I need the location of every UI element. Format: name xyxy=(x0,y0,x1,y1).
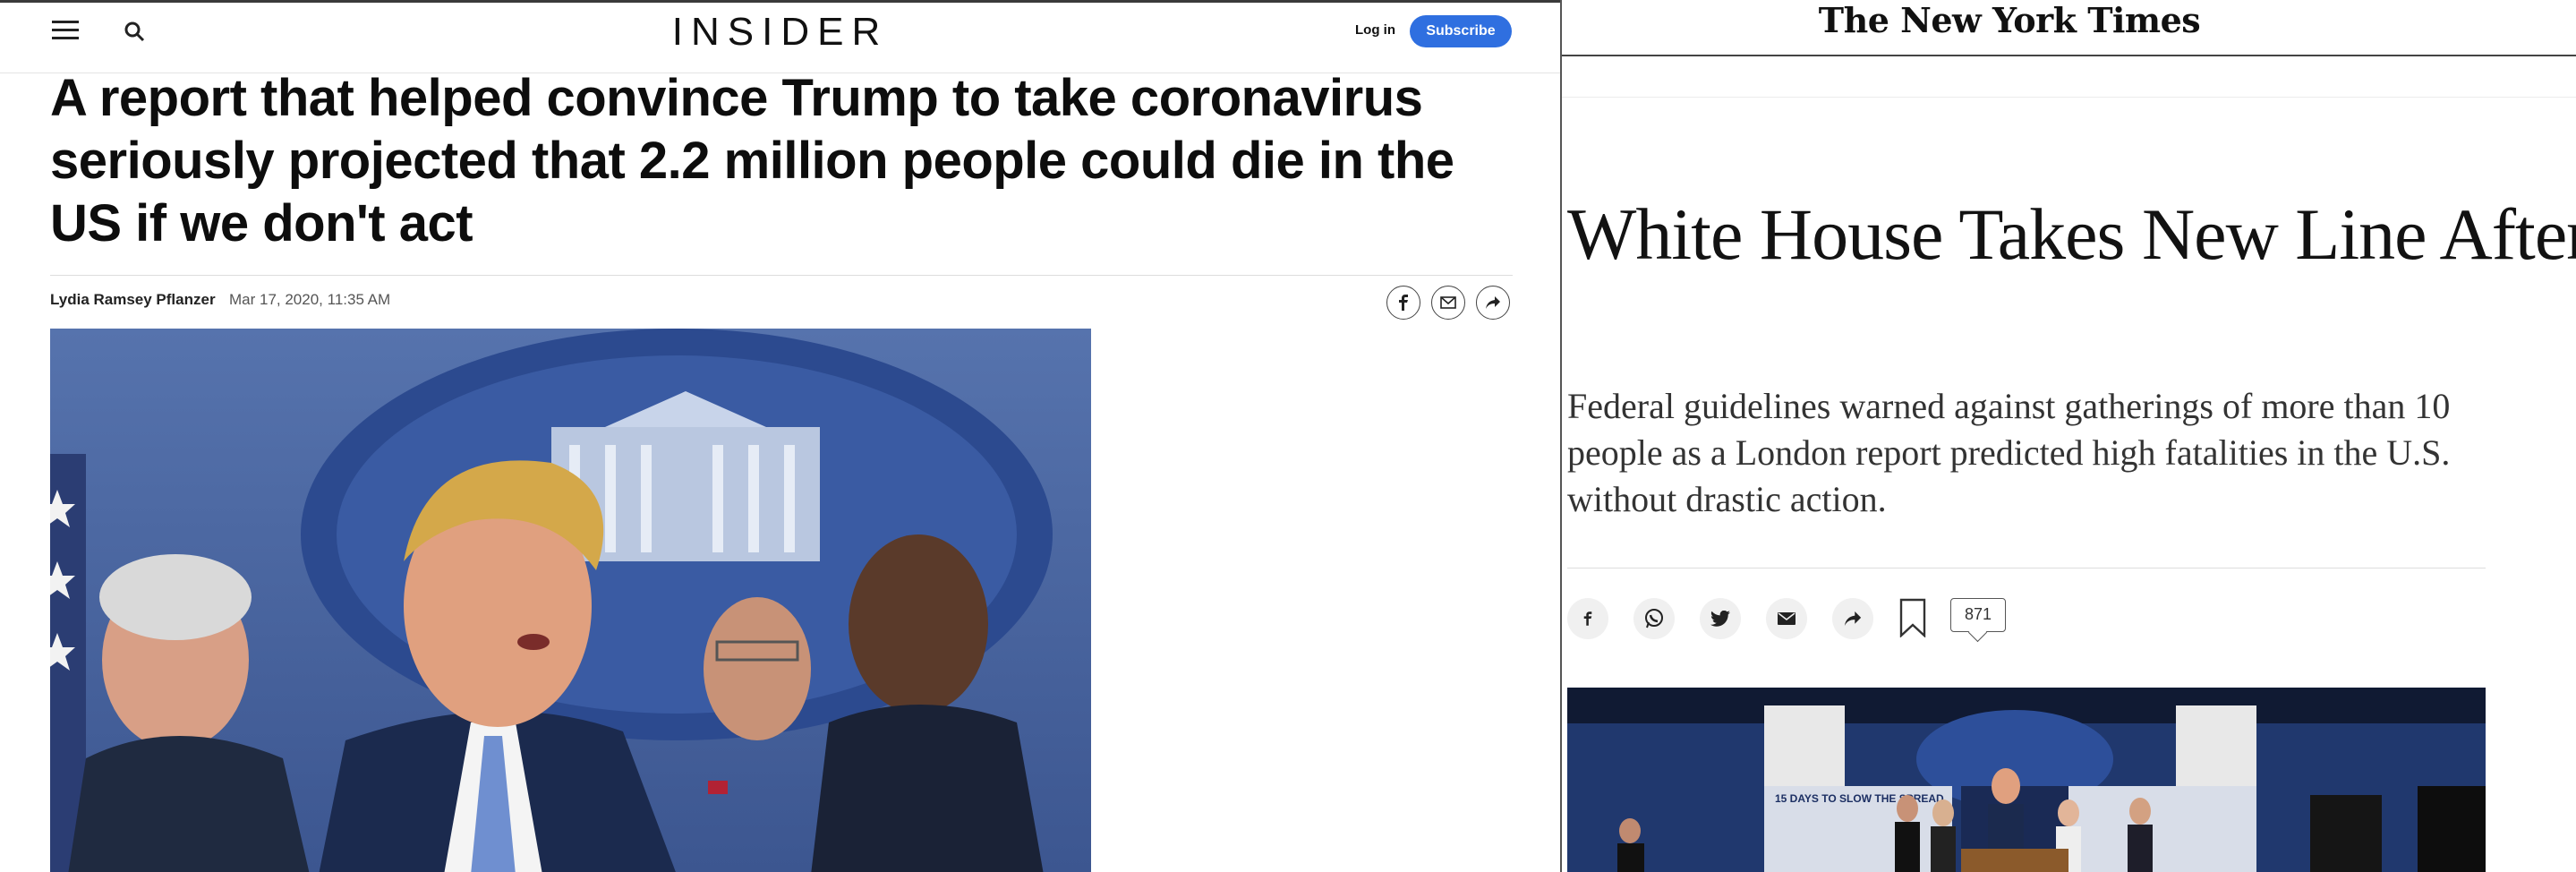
nyt-header: The New York Times xyxy=(1562,0,2576,56)
divider xyxy=(50,275,1513,276)
sign-text: 15 DAYS TO SLOW THE SPREAD xyxy=(1775,792,1944,805)
nyt-logo[interactable]: The New York Times xyxy=(1562,0,2457,40)
share-buttons xyxy=(1386,286,1521,323)
whatsapp-icon[interactable] xyxy=(1633,598,1675,639)
comments-button[interactable]: 871 xyxy=(1950,598,2006,632)
insider-header: INSIDER Log in Subscribe xyxy=(0,3,1560,73)
subscribe-button[interactable]: Subscribe xyxy=(1410,15,1512,47)
author-name[interactable]: Lydia Ramsey Pflanzer xyxy=(50,291,216,309)
article-headline: White House Takes New Line After Dire Re… xyxy=(1567,193,2576,275)
share-icon[interactable] xyxy=(1832,598,1873,639)
email-icon[interactable] xyxy=(1766,598,1807,639)
nyt-article-pane: The New York Times White House Takes New… xyxy=(1560,0,2576,872)
share-tools: 871 xyxy=(1567,598,2015,652)
login-link[interactable]: Log in xyxy=(1355,22,1395,38)
facebook-icon[interactable] xyxy=(1386,286,1420,320)
publish-date: Mar 17, 2020, 11:35 AM xyxy=(229,291,391,308)
email-icon[interactable] xyxy=(1431,286,1465,320)
comment-count: 871 xyxy=(1964,605,1992,623)
article-headline: A report that helped convince Trump to t… xyxy=(50,69,1454,252)
insider-logo[interactable]: INSIDER xyxy=(0,10,1560,55)
twitter-icon[interactable] xyxy=(1700,598,1741,639)
divider xyxy=(1562,97,2576,98)
divider xyxy=(1567,568,2486,569)
article-photo: 15 DAYS TO SLOW THE SPREAD xyxy=(1567,688,2486,872)
bookmark-icon[interactable] xyxy=(1898,598,1927,638)
insider-article-pane: INSIDER Log in Subscribe A report that h… xyxy=(0,0,1560,872)
article-summary: Federal guidelines warned against gather… xyxy=(1567,386,2451,519)
share-icon[interactable] xyxy=(1476,286,1510,320)
facebook-icon[interactable] xyxy=(1567,598,1608,639)
article-photo xyxy=(50,329,1091,872)
